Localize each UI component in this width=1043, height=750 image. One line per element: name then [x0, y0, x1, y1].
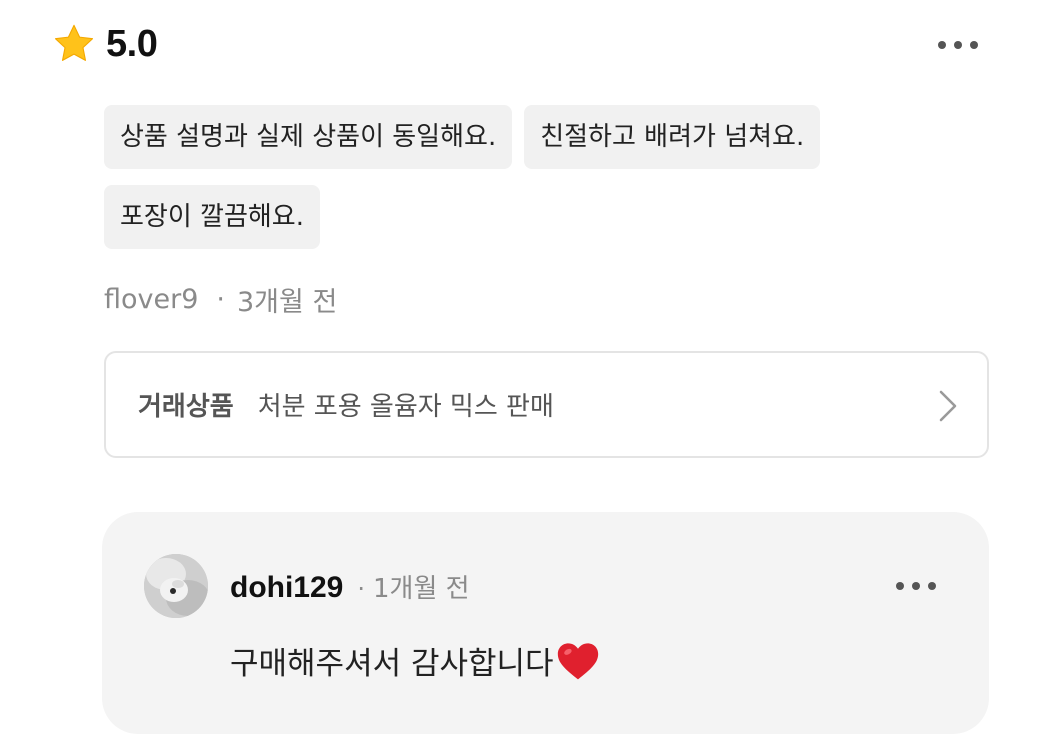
chevron-right-icon — [939, 390, 957, 422]
avatar-image — [144, 554, 208, 618]
seller-reply: dohi129 · 1개월 전 구매해주셔서 감사합니다 — [102, 512, 989, 734]
dot — [912, 582, 920, 590]
review-tag: 친절하고 배려가 넘쳐요. — [524, 105, 821, 169]
reply-header: dohi129 · 1개월 전 — [230, 568, 470, 605]
review-author[interactable]: flover9 — [104, 284, 198, 315]
more-options-icon[interactable] — [938, 41, 978, 49]
meta-separator: · — [216, 284, 225, 315]
reply-text: 구매해주셔서 감사합니다 — [230, 646, 554, 682]
avatar[interactable] — [144, 554, 208, 618]
review-meta: flover9 · 3개월 전 — [104, 280, 337, 319]
star-icon — [54, 24, 94, 61]
dot — [938, 41, 946, 49]
dot — [954, 41, 962, 49]
traded-product-link[interactable]: 거래상품 처분 포용 올윰자 믹스 판매 — [104, 351, 989, 458]
review-time: 3개월 전 — [237, 287, 338, 318]
heart-icon — [557, 642, 598, 679]
rating-row: 5.0 — [52, 22, 158, 66]
review-card: 5.0 상품 설명과 실제 상품이 동일해요. 친절하고 배려가 넘쳐요. 포장… — [0, 0, 1043, 750]
reply-message: 구매해주셔서 감사합니다 — [230, 638, 600, 683]
dot — [896, 582, 904, 590]
traded-product-label: 거래상품 — [138, 392, 234, 422]
traded-product-name: 처분 포용 올윰자 믹스 판매 — [257, 392, 554, 422]
review-tag: 포장이 깔끔해요. — [104, 185, 320, 249]
meta-separator: · — [357, 575, 366, 603]
review-tags: 상품 설명과 실제 상품이 동일해요. 친절하고 배려가 넘쳐요. 포장이 깔끔… — [104, 105, 934, 249]
reply-time: 1개월 전 — [373, 574, 470, 604]
dot — [928, 582, 936, 590]
rating-value: 5.0 — [106, 22, 158, 65]
reply-username[interactable]: dohi129 — [230, 571, 343, 605]
more-options-icon[interactable] — [896, 582, 936, 590]
dot — [970, 41, 978, 49]
review-tag: 상품 설명과 실제 상품이 동일해요. — [104, 105, 513, 169]
